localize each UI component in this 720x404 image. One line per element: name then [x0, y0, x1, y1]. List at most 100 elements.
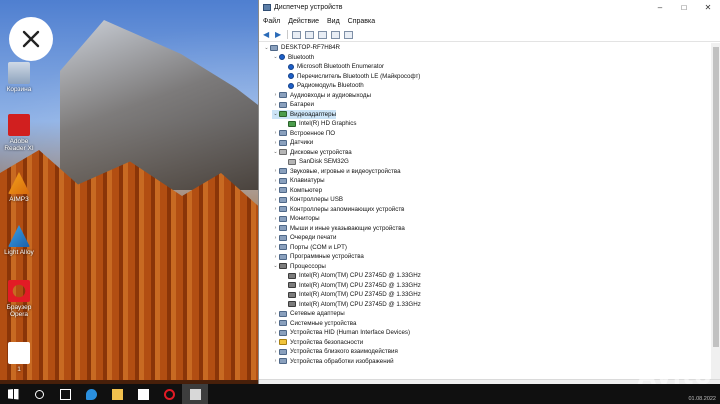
- tree-category[interactable]: › Компьютер: [272, 186, 322, 196]
- collapsed-chevron-icon[interactable]: ›: [272, 235, 279, 241]
- tree-device[interactable]: SanDisk SEM32G: [281, 157, 349, 167]
- tree-device[interactable]: Microsoft Bluetooth Enumerator: [281, 62, 384, 72]
- edge-button[interactable]: [78, 384, 104, 404]
- desktop-icon-adobe-reader[interactable]: Adobe Reader XI: [2, 114, 36, 152]
- start-button[interactable]: [0, 384, 26, 404]
- collapsed-chevron-icon[interactable]: ›: [272, 225, 279, 231]
- tree-category[interactable]: › Устройства безопасности: [272, 338, 364, 348]
- expanded-chevron-icon[interactable]: ⌄: [263, 45, 270, 51]
- collapsed-chevron-icon[interactable]: ›: [272, 339, 279, 345]
- expanded-chevron-icon[interactable]: ⌄: [272, 263, 279, 269]
- collapsed-chevron-icon[interactable]: ›: [272, 102, 279, 108]
- tree-category[interactable]: › Аудиовходы и аудиовыходы: [272, 91, 371, 101]
- collapsed-chevron-icon[interactable]: ›: [272, 197, 279, 203]
- menu-action[interactable]: Действие: [288, 18, 319, 25]
- tree-category[interactable]: › Батареи: [272, 100, 314, 110]
- desktop-icon-opera[interactable]: Браузер Opera: [2, 280, 36, 318]
- collapsed-chevron-icon[interactable]: ›: [272, 187, 279, 193]
- warn-icon: [279, 339, 287, 346]
- collapsed-chevron-icon[interactable]: ›: [272, 178, 279, 184]
- desktop-icon-recycle-bin[interactable]: Корзина: [2, 62, 36, 93]
- menu-file[interactable]: Файл: [263, 18, 280, 25]
- tree-category[interactable]: › Очереди печати: [272, 233, 337, 243]
- tree-root[interactable]: ⌄ DESKTOP-RF7H84R: [263, 43, 340, 53]
- tree-label: Контроллеры USB: [290, 196, 344, 204]
- expanded-chevron-icon[interactable]: ⌄: [272, 149, 279, 155]
- tree-device[interactable]: Intel(R) HD Graphics: [281, 119, 356, 129]
- tree-category[interactable]: › Мыши и иные указывающие устройства: [272, 224, 405, 234]
- tree-category[interactable]: › Программные устройства: [272, 252, 364, 262]
- menu-help[interactable]: Справка: [348, 18, 375, 25]
- desktop-icon-aimp[interactable]: AIMP3: [2, 172, 36, 203]
- expanded-chevron-icon[interactable]: ⌄: [272, 111, 279, 117]
- task-view-button[interactable]: [52, 384, 78, 404]
- tree-device[interactable]: Радиомодуль Bluetooth: [281, 81, 364, 91]
- collapsed-chevron-icon[interactable]: ›: [272, 92, 279, 98]
- tree-category[interactable]: › Контроллеры USB: [272, 195, 343, 205]
- search-button[interactable]: [26, 384, 52, 404]
- back-arrow-icon[interactable]: ◀: [263, 30, 271, 39]
- collapsed-chevron-icon[interactable]: ›: [272, 130, 279, 136]
- tree-label: Мониторы: [290, 215, 320, 223]
- store-button[interactable]: [130, 384, 156, 404]
- collapsed-chevron-icon[interactable]: ›: [272, 358, 279, 364]
- file-explorer-button[interactable]: [104, 384, 130, 404]
- expanded-chevron-icon[interactable]: ⌄: [272, 54, 279, 60]
- monitor-icon[interactable]: [344, 30, 353, 39]
- collapsed-chevron-icon[interactable]: ›: [272, 140, 279, 146]
- collapsed-chevron-icon[interactable]: ›: [272, 311, 279, 317]
- adobe-reader-icon: [8, 114, 30, 136]
- menu-view[interactable]: Вид: [327, 18, 340, 25]
- minimize-button[interactable]: –: [648, 3, 672, 12]
- tree-category[interactable]: ⌄ Процессоры: [272, 262, 325, 272]
- tree-category[interactable]: › Датчики: [272, 138, 314, 148]
- collapsed-chevron-icon[interactable]: ›: [272, 330, 279, 336]
- forward-arrow-icon[interactable]: ▶: [275, 30, 283, 39]
- collapsed-chevron-icon[interactable]: ›: [272, 254, 279, 260]
- collapsed-chevron-icon[interactable]: ›: [272, 349, 279, 355]
- scrollbar-thumb[interactable]: [713, 47, 719, 347]
- scan-hardware-icon[interactable]: [331, 30, 340, 39]
- tree-category[interactable]: › Контроллеры запоминающих устройств: [272, 205, 405, 215]
- collapsed-chevron-icon[interactable]: ›: [272, 320, 279, 326]
- tree-category[interactable]: › Звуковые, игровые и видеоустройства: [272, 167, 401, 177]
- maximize-button[interactable]: □: [672, 3, 696, 12]
- tree-category[interactable]: › Устройства обработки изображений: [272, 357, 394, 367]
- vertical-scrollbar[interactable]: [711, 43, 720, 379]
- tree-device[interactable]: Перечислитель Bluetooth LE (Майкрософт): [281, 72, 420, 82]
- tree-category[interactable]: › Сетевые адаптеры: [272, 309, 345, 319]
- tree-category[interactable]: › Устройства HID (Human Interface Devices…: [272, 328, 410, 338]
- close-viewer-button[interactable]: [9, 17, 53, 61]
- tree-category[interactable]: › Мониторы: [272, 214, 320, 224]
- window-close-button[interactable]: ✕: [696, 3, 720, 12]
- close-icon: [22, 30, 40, 48]
- help-icon[interactable]: [318, 30, 327, 39]
- collapsed-chevron-icon[interactable]: ›: [272, 168, 279, 174]
- tree-category[interactable]: › Системные устройства: [272, 319, 357, 329]
- device-manager-taskbar-button[interactable]: [182, 384, 208, 404]
- taskbar: [0, 384, 720, 404]
- tree-category[interactable]: › Клавиатуры: [272, 176, 325, 186]
- dev-icon: [279, 253, 287, 260]
- tree-category[interactable]: › Встроенное ПО: [272, 129, 335, 139]
- tree-category[interactable]: › Устройства близкого взаимодействия: [272, 347, 398, 357]
- tree-category[interactable]: ⌄ Видеоадаптеры: [272, 109, 337, 119]
- desktop-icon-light-alloy[interactable]: Light Alloy: [2, 225, 36, 256]
- tree-label: SanDisk SEM32G: [299, 158, 349, 166]
- tree-device[interactable]: Intel(R) Atom(TM) CPU Z3745D @ 1.33GHz: [281, 281, 421, 291]
- tree-device[interactable]: Intel(R) Atom(TM) CPU Z3745D @ 1.33GHz: [281, 300, 421, 310]
- collapsed-chevron-icon[interactable]: ›: [272, 216, 279, 222]
- tree-device[interactable]: Intel(R) Atom(TM) CPU Z3745D @ 1.33GHz: [281, 290, 421, 300]
- collapsed-chevron-icon[interactable]: ›: [272, 244, 279, 250]
- tree-category[interactable]: ⌄ Дисковые устройства: [272, 148, 351, 158]
- tree-category[interactable]: ⌄ Bluetooth: [272, 53, 314, 63]
- tree-device[interactable]: Intel(R) Atom(TM) CPU Z3745D @ 1.33GHz: [281, 271, 421, 281]
- dev-icon: [279, 310, 287, 317]
- desktop-icon-file[interactable]: 1: [2, 342, 36, 373]
- tree-label: Батареи: [290, 101, 314, 109]
- properties-icon[interactable]: [305, 30, 314, 39]
- show-hide-tree-icon[interactable]: [292, 30, 301, 39]
- tree-category[interactable]: › Порты (COM и LPT): [272, 243, 347, 253]
- collapsed-chevron-icon[interactable]: ›: [272, 206, 279, 212]
- opera-taskbar-button[interactable]: [156, 384, 182, 404]
